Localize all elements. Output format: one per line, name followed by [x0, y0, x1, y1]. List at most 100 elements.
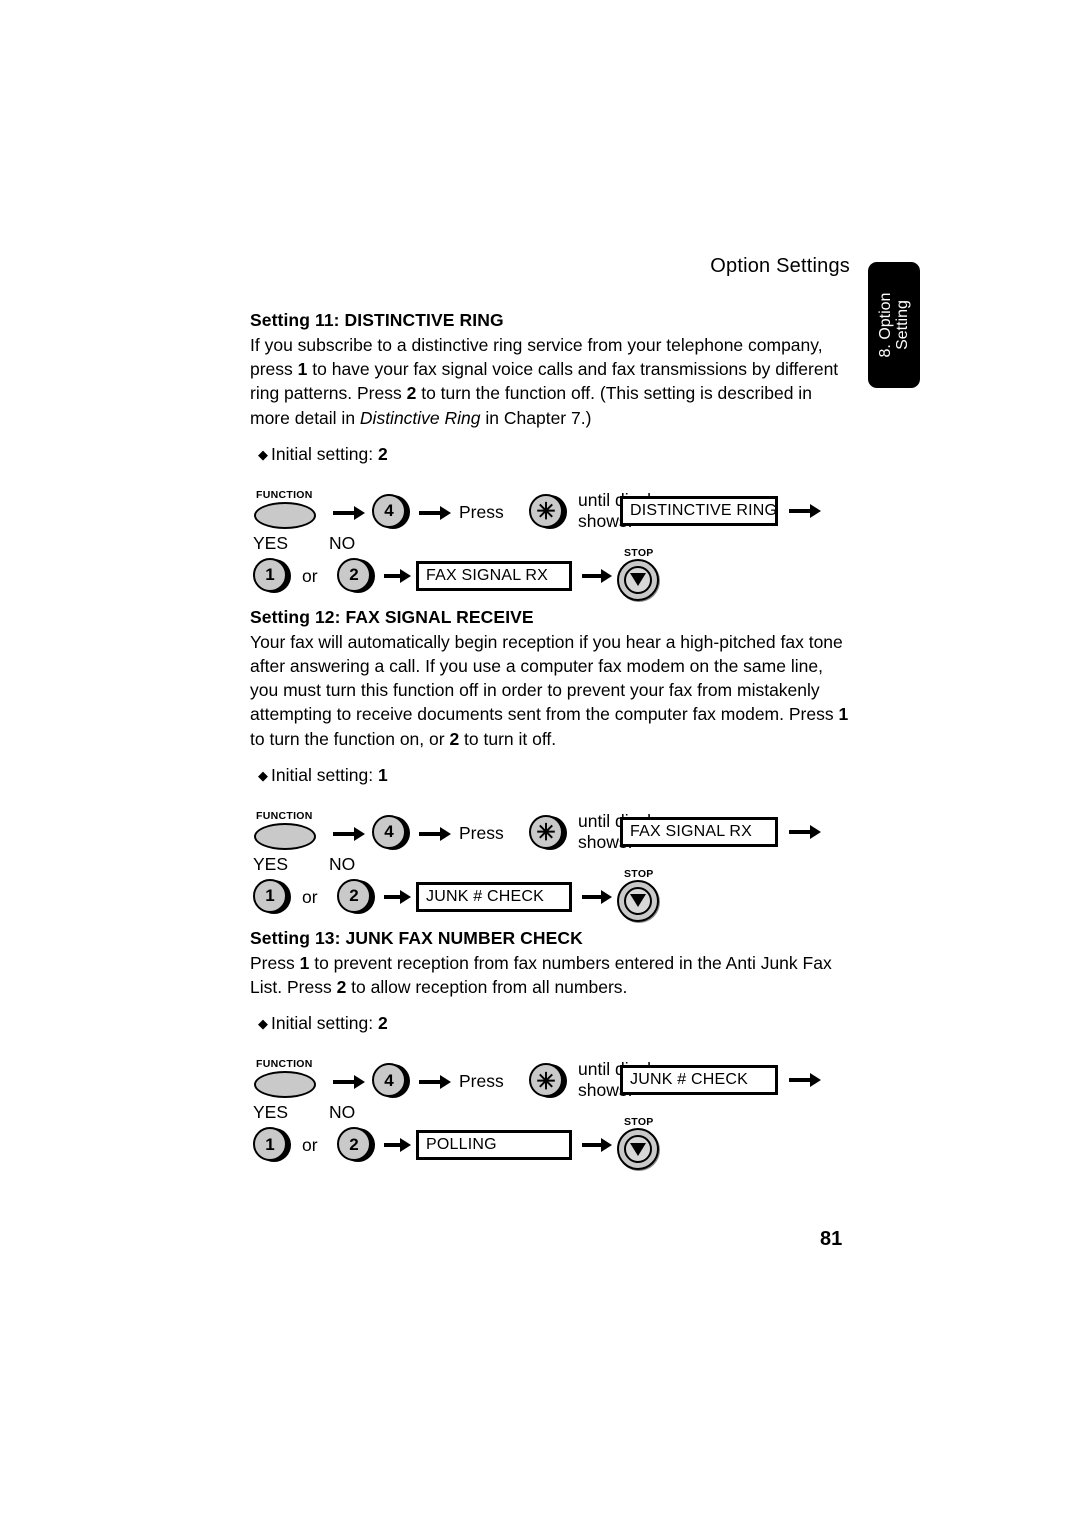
initial-setting: ◆ Initial setting: 2: [258, 1013, 852, 1034]
arrow-right-icon: [333, 826, 365, 841]
function-button-label: FUNCTION: [256, 1058, 313, 1071]
key-2-button[interactable]: 2: [337, 1127, 371, 1162]
initial-setting-value: 2: [378, 443, 388, 464]
key-1-button[interactable]: 1: [253, 878, 287, 913]
arrow-right-icon: [384, 889, 411, 904]
key-4-label: 4: [384, 1070, 394, 1090]
function-oval-icon: [254, 501, 316, 529]
function-button-label: FUNCTION: [256, 809, 313, 822]
arrow-right-icon: [419, 505, 451, 520]
key-star-button[interactable]: ✳: [529, 493, 563, 528]
section-body: Press 1 to prevent reception from fax nu…: [250, 952, 832, 998]
arrow-right-icon: [384, 1138, 411, 1153]
key-1-button[interactable]: 1: [253, 557, 287, 592]
initial-setting: ◆ Initial setting: 1: [258, 765, 852, 786]
function-oval-icon: [254, 822, 316, 850]
arrow-right-icon: [789, 503, 821, 518]
key-4-button[interactable]: 4: [372, 1063, 406, 1098]
section-title: Setting 11: DISTINCTIVE RING: [250, 310, 504, 330]
function-button[interactable]: FUNCTION: [254, 810, 330, 850]
content-column: Setting 11: DISTINCTIVE RING If you subs…: [248, 310, 852, 1171]
stop-button[interactable]: STOP: [617, 868, 669, 922]
press-label: Press: [459, 1071, 504, 1092]
diamond-bullet-icon: ◆: [258, 1016, 268, 1032]
stop-button-label: STOP: [624, 1116, 654, 1129]
section-title: Setting 13: JUNK FAX NUMBER CHECK: [250, 927, 583, 948]
arrow-right-icon: [789, 824, 821, 839]
initial-setting-label: Initial setting:: [271, 1013, 374, 1034]
asterisk-icon: ✳: [536, 498, 556, 525]
function-button[interactable]: FUNCTION: [254, 489, 330, 529]
initial-setting: ◆ Initial setting: 2: [258, 444, 852, 465]
arrow-right-icon: [419, 1075, 451, 1090]
lcd-display-bottom: FAX SIGNAL RX: [416, 560, 572, 591]
key-2-button[interactable]: 2: [337, 557, 371, 592]
section-body: Your fax will automatically begin recept…: [250, 631, 849, 749]
section-setting-11: Setting 11: DISTINCTIVE RING If you subs…: [248, 310, 852, 601]
key-2-button[interactable]: 2: [337, 878, 371, 913]
section-body: If you subscribe to a distinctive ring s…: [250, 335, 839, 428]
lcd-display-top: FAX SIGNAL RX: [620, 816, 778, 847]
initial-setting-label: Initial setting:: [271, 443, 374, 464]
stop-button-icon: [617, 558, 659, 601]
lcd-display-top: JUNK # CHECK: [620, 1065, 778, 1096]
key-star-button[interactable]: ✳: [529, 1063, 563, 1098]
stop-button-label: STOP: [624, 546, 654, 559]
lcd-display-bottom: JUNK # CHECK: [416, 881, 572, 912]
key-4-button[interactable]: 4: [372, 493, 406, 528]
key-star-button[interactable]: ✳: [529, 814, 563, 849]
key-4-label: 4: [384, 822, 394, 842]
diamond-bullet-icon: ◆: [258, 446, 268, 462]
arrow-right-icon: [582, 568, 612, 583]
stop-button-icon: [617, 879, 659, 922]
arrow-right-icon: [789, 1073, 821, 1088]
key-1-label: 1: [265, 565, 275, 585]
section-setting-12: Setting 12: FAX SIGNAL RECEIVE Your fax …: [248, 606, 852, 922]
function-oval-icon: [254, 1071, 316, 1099]
arrow-right-icon: [582, 889, 612, 904]
yes-label: YES: [253, 853, 289, 874]
no-label: NO: [329, 1102, 356, 1123]
initial-setting-value: 2: [378, 1013, 388, 1034]
stop-button-label: STOP: [624, 867, 654, 880]
manual-page: Option Settings 8. Option Setting Settin…: [0, 0, 1080, 1528]
chapter-side-tab-label: 8. Option Setting: [877, 292, 911, 358]
stop-button[interactable]: STOP: [617, 547, 669, 601]
diamond-bullet-icon: ◆: [258, 767, 268, 783]
lcd-display-top: DISTINCTIVE RING: [620, 495, 778, 526]
key-2-label: 2: [349, 886, 359, 906]
no-label: NO: [329, 853, 356, 874]
procedure-flow-diagram: FUNCTION 4 Press ✳ until display: [248, 798, 852, 922]
key-2-label: 2: [349, 1134, 359, 1154]
or-label: or: [302, 1135, 318, 1156]
function-button[interactable]: FUNCTION: [254, 1058, 330, 1099]
arrow-right-icon: [333, 505, 365, 520]
lcd-display-bottom: POLLING: [416, 1130, 572, 1161]
or-label: or: [302, 565, 318, 586]
arrow-right-icon: [582, 1138, 612, 1153]
arrow-right-icon: [333, 1075, 365, 1090]
no-label: NO: [329, 532, 356, 553]
procedure-flow-diagram: FUNCTION 4 Press ✳ until display: [248, 477, 852, 601]
initial-setting-value: 1: [378, 764, 388, 785]
page-number: 81: [820, 1228, 843, 1250]
key-1-label: 1: [265, 886, 275, 906]
section-title: Setting 12: FAX SIGNAL RECEIVE: [250, 606, 534, 627]
key-4-label: 4: [384, 501, 394, 521]
key-2-label: 2: [349, 565, 359, 585]
yes-label: YES: [253, 532, 289, 553]
initial-setting-label: Initial setting:: [271, 764, 374, 785]
procedure-flow-diagram: FUNCTION 4 Press ✳ until display: [248, 1046, 852, 1171]
chapter-side-tab: 8. Option Setting: [868, 262, 920, 388]
press-label: Press: [459, 822, 504, 843]
section-setting-13: Setting 13: JUNK FAX NUMBER CHECK Press …: [248, 927, 852, 1171]
function-button-label: FUNCTION: [256, 488, 313, 501]
asterisk-icon: ✳: [536, 1067, 556, 1094]
yes-label: YES: [253, 1102, 289, 1123]
arrow-right-icon: [419, 826, 451, 841]
key-4-button[interactable]: 4: [372, 814, 406, 849]
press-label: Press: [459, 501, 504, 522]
key-1-button[interactable]: 1: [253, 1127, 287, 1162]
stop-button[interactable]: STOP: [617, 1116, 669, 1171]
asterisk-icon: ✳: [536, 819, 556, 846]
